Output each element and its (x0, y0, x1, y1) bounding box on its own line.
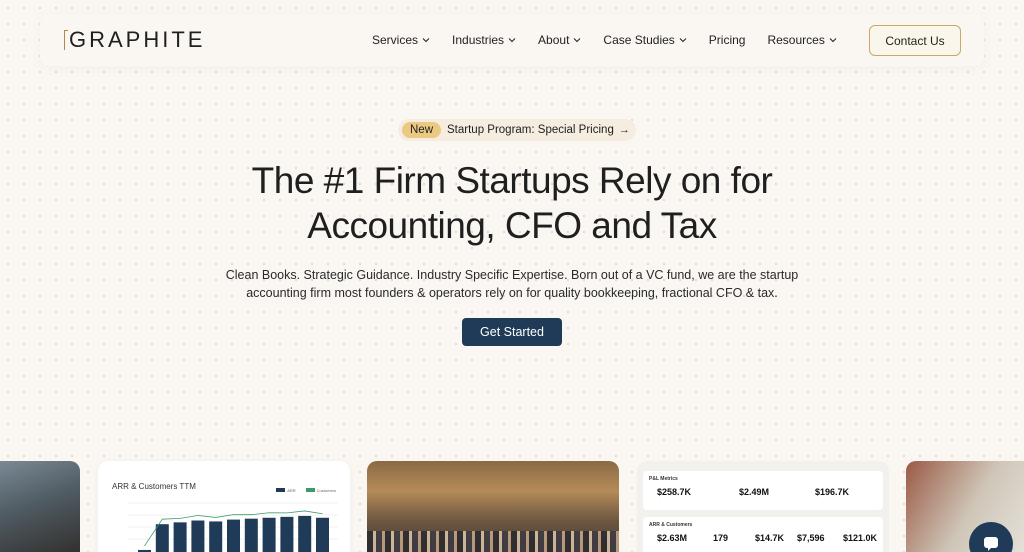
nav-label: Pricing (708, 33, 746, 47)
graphite-logo[interactable]: GRAPHITE (64, 27, 205, 53)
company-group-photo-card (367, 461, 619, 552)
nav-label: Case Studies (603, 33, 675, 47)
hero-subtitle-line2: accounting firm most founders & operator… (246, 286, 778, 300)
arr-chart-card: ARR & Customers TTM ARR Customers (98, 461, 350, 552)
logo-bracket-icon (64, 30, 68, 50)
arr-bar-chart (128, 502, 338, 552)
chevron-down-icon (829, 38, 837, 43)
chevron-down-icon (508, 38, 516, 43)
arr-customers-title: ARR & Customers (649, 522, 693, 528)
contact-us-button[interactable]: Contact Us (869, 25, 961, 56)
arr-bar (244, 518, 258, 552)
pl-metrics-title: P&L Metrics (649, 476, 678, 482)
announcement-text: Startup Program: Special Pricing (447, 124, 614, 136)
arr-bar (209, 521, 223, 552)
main-nav: Services Industries About Case Studies Prici… (372, 14, 859, 66)
arr-bar (191, 520, 205, 552)
arr-bar (262, 517, 276, 552)
arr-bar (155, 524, 169, 552)
hero-title: The #1 Firm Startups Rely on for Account… (0, 158, 1024, 248)
nav-label: Services (372, 33, 419, 47)
hero-title-line2: Accounting, CFO and Tax (307, 205, 717, 246)
get-started-button[interactable]: Get Started (462, 318, 562, 346)
nav-about[interactable]: About (538, 33, 581, 47)
chevron-down-icon (574, 38, 581, 43)
nav-label: About (538, 33, 570, 47)
hero-subtitle-line1: Clean Books. Strategic Guidance. Industr… (225, 268, 799, 282)
pl-metric-2: $2.49M (739, 487, 770, 497)
pl-metric-3: $196.7K (815, 487, 850, 497)
arr-bar (298, 515, 312, 552)
chevron-down-icon (422, 38, 430, 43)
hero-subtitle: Clean Books. Strategic Guidance. Industr… (0, 266, 1024, 302)
chat-bubble-icon (984, 537, 998, 551)
metrics-dashboard-card: P&L Metrics $258.7K $2.49M $196.7K ARR &… (637, 461, 889, 552)
arr-customers-panel: ARR & Customers $2.63M 179 $14.7K $7,596… (643, 517, 883, 552)
new-badge: New (402, 122, 442, 138)
nav-label: Resources (767, 33, 825, 47)
crowd-graphic (367, 531, 619, 552)
arr-bar (227, 519, 240, 552)
nav-label: Industries (452, 33, 505, 47)
announcement-pill[interactable]: New Startup Program: Special Pricing → (398, 119, 636, 141)
site-header: GRAPHITE Services Industries About Case Stu… (40, 14, 984, 66)
chevron-down-icon (679, 38, 687, 43)
arrow-right-icon: → (618, 124, 630, 136)
arr-metric-3: $14.7K (755, 533, 785, 543)
logo-text: GRAPHITE (69, 27, 206, 52)
arr-bar (280, 516, 294, 552)
arr-metric-4: $7,596 (797, 533, 825, 543)
arr-metric-5: $121.0K (843, 533, 878, 543)
arr-bar (173, 522, 187, 552)
nav-pricing[interactable]: Pricing (709, 33, 746, 47)
team-photo-card (0, 461, 80, 552)
pl-metrics-panel: P&L Metrics $258.7K $2.49M $196.7K (643, 471, 883, 510)
arr-bar (316, 517, 329, 552)
nav-resources[interactable]: Resources (767, 33, 837, 47)
hero-title-line1: The #1 Firm Startups Rely on for (251, 160, 773, 201)
arr-metric-1: $2.63M (657, 533, 688, 543)
nav-industries[interactable]: Industries (452, 33, 516, 47)
nav-case-studies[interactable]: Case Studies (603, 33, 687, 47)
nav-services[interactable]: Services (372, 33, 430, 47)
arr-metric-2: 179 (713, 533, 729, 543)
pl-metric-1: $258.7K (657, 487, 692, 497)
